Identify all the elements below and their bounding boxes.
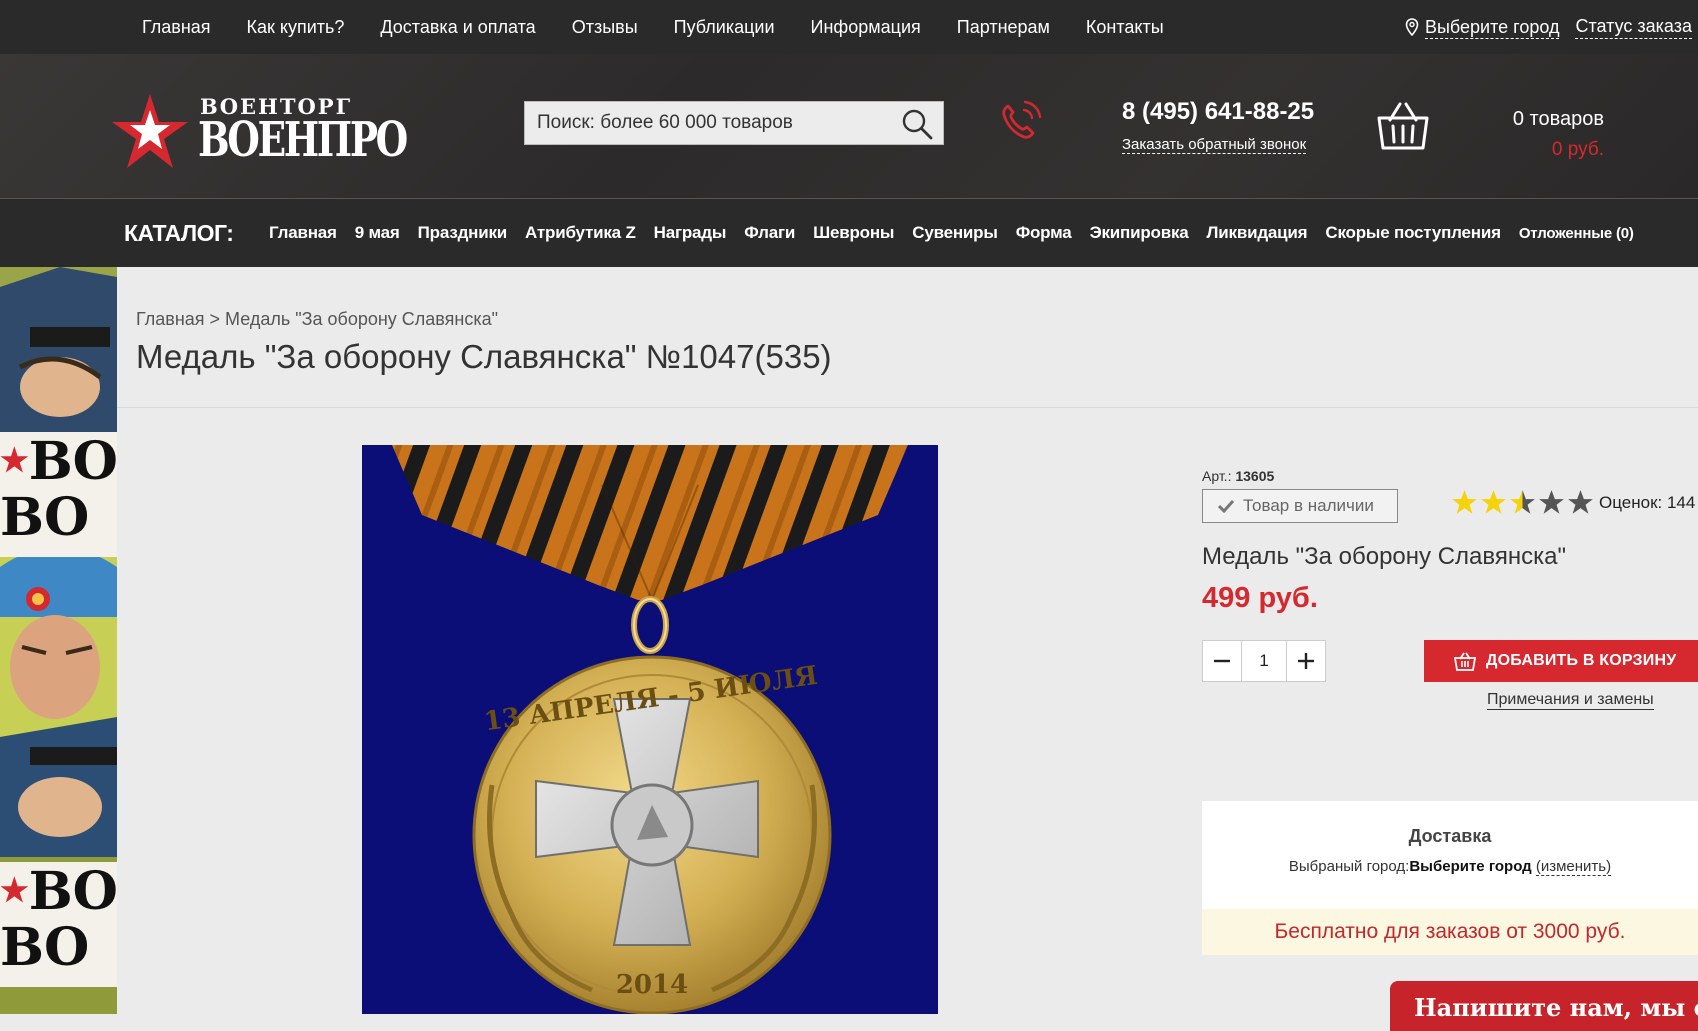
top-nav-item-how-to-buy[interactable]: Как купить? [247, 17, 345, 38]
product-price: 499 руб. [1202, 582, 1318, 614]
left-ad-banner[interactable]: ★ВО ВО ★ВО ВО [0, 267, 117, 1014]
location-pin-icon [1405, 17, 1419, 36]
catalog-item-uniform[interactable]: Форма [1016, 223, 1072, 243]
cart-count: 0 товаров [1512, 108, 1604, 130]
catalog-item-home[interactable]: Главная [269, 223, 337, 243]
catalog-item-awards[interactable]: Награды [654, 223, 727, 243]
check-icon [1217, 499, 1235, 513]
quantity-increase-button[interactable] [1286, 641, 1325, 681]
article-number: Арт.: 13605 [1202, 468, 1274, 484]
top-nav-item-reviews[interactable]: Отзывы [572, 17, 638, 38]
notes-link[interactable]: Примечания и замены [1487, 691, 1654, 710]
search-box [524, 101, 944, 145]
delivery-city: Выбраный город:Выберите город (изменить) [1202, 858, 1698, 876]
banner-text-block-1: ★ВО ВО [0, 432, 117, 557]
banner-text-line-1: ВО [28, 431, 117, 492]
delivery-city-value: Выберите город [1409, 858, 1532, 875]
stock-badge: Товар в наличии [1202, 489, 1398, 523]
catalog-item-coming-soon[interactable]: Скорые поступления [1325, 223, 1501, 243]
phone-block: 8 (495) 641-88-25 Заказать обратный звон… [1122, 98, 1314, 154]
top-nav: Главная Как купить? Доставка и оплата От… [142, 0, 1164, 54]
phone-number[interactable]: 8 (495) 641-88-25 [1122, 98, 1314, 126]
banner-text-line-3: ВО [28, 861, 117, 922]
quantity-decrease-button[interactable] [1203, 641, 1242, 681]
catalog-nav: Главная 9 мая Праздники Атрибутика Z Наг… [269, 199, 1634, 267]
cart-summary[interactable]: 0 товаров 0 руб. [1460, 108, 1604, 161]
banner-text-block-2: ★ВО ВО [0, 862, 117, 987]
medal-illustration: 13 АПРЕЛЯ - 5 ИЮЛЯ 2014 [392, 445, 908, 1014]
change-city-link[interactable]: (изменить) [1535, 858, 1612, 876]
callback-link[interactable]: Заказать обратный звонок [1122, 136, 1307, 154]
banner-text-line-4: ВО [0, 917, 90, 978]
chat-widget-button[interactable]: Напишите нам, мы онлайн [1390, 981, 1698, 1031]
star-full-icon[interactable] [1451, 489, 1478, 516]
search-input[interactable] [525, 102, 909, 144]
chat-label: Напишите нам, мы онлайн [1414, 993, 1698, 1022]
phone-icon [1002, 100, 1042, 139]
free-delivery-notice: Бесплатно для заказов от 3000 руб. [1202, 909, 1698, 955]
logo[interactable]: ВОЕНТОРГ ВОЕНПРО [110, 92, 408, 172]
add-to-cart-button[interactable]: ДОБАВИТЬ В КОРЗИНУ [1424, 640, 1698, 682]
top-nav-item-partners[interactable]: Партнерам [957, 17, 1050, 38]
banner-star-icon: ★ [0, 871, 29, 909]
logo-main-text: ВОЕНПРО [198, 112, 408, 168]
city-select-label: Выберите город [1424, 16, 1560, 39]
top-nav-item-home[interactable]: Главная [142, 17, 211, 38]
plus-icon [1298, 653, 1314, 669]
catalog-bar: КАТАЛОГ: Главная 9 мая Праздники Атрибут… [0, 199, 1698, 267]
top-nav-item-delivery[interactable]: Доставка и оплата [380, 17, 535, 38]
medal-inscription-year: 2014 [616, 970, 688, 1000]
rating-count: Оценок: 144 [1599, 493, 1696, 512]
article-value: 13605 [1235, 468, 1275, 484]
banner-star-icon: ★ [0, 441, 29, 479]
top-nav-item-contacts[interactable]: Контакты [1086, 17, 1164, 38]
catalog-item-holidays[interactable]: Праздники [418, 223, 508, 243]
cart-sum: 0 руб. [1551, 139, 1604, 160]
rating-stars[interactable] [1451, 489, 1594, 516]
quantity-stepper [1202, 640, 1326, 682]
add-to-cart-label: ДОБАВИТЬ В КОРЗИНУ [1486, 652, 1677, 669]
product-name: Медаль "За оборону Славянска" [1202, 543, 1567, 570]
header: ВОЕНТОРГ ВОЕНПРО 8 (495) 641-88-25 Заказ… [0, 54, 1698, 199]
star-empty-icon[interactable] [1538, 489, 1565, 516]
catalog-item-flags[interactable]: Флаги [744, 223, 795, 243]
city-select[interactable]: Выберите город [1405, 16, 1560, 39]
top-bar: Главная Как купить? Доставка и оплата От… [0, 0, 1698, 54]
catalog-item-postponed[interactable]: Отложенные (0) [1519, 225, 1634, 242]
banner-text-line-2: ВО [0, 487, 90, 548]
minus-icon [1214, 659, 1230, 663]
basket-icon [1454, 652, 1476, 671]
page-title: Медаль "За оборону Славянска" №1047(535) [136, 338, 832, 375]
delivery-city-label: Выбраный город: [1288, 858, 1410, 875]
product-image[interactable]: 13 АПРЕЛЯ - 5 ИЮЛЯ 2014 [362, 445, 938, 1014]
delivery-title: Доставка [1408, 826, 1492, 846]
search-icon[interactable] [901, 108, 933, 140]
star-empty-icon[interactable] [1567, 489, 1594, 516]
star-full-icon[interactable] [1480, 489, 1507, 516]
catalog-item-chevrons[interactable]: Шевроны [813, 223, 894, 243]
top-nav-item-publications[interactable]: Публикации [674, 17, 775, 38]
delivery-box: Доставка Выбраный город:Выберите город (… [1202, 801, 1698, 909]
main-content: Главная > Медаль "За оборону Славянска" … [117, 267, 1698, 1031]
divider [117, 407, 1698, 408]
quantity-input[interactable] [1242, 641, 1286, 681]
breadcrumb[interactable]: Главная > Медаль "За оборону Славянска" [136, 309, 498, 330]
star-half-icon[interactable] [1509, 489, 1536, 516]
catalog-item-attributes-z[interactable]: Атрибутика Z [525, 223, 636, 243]
catalog-label[interactable]: КАТАЛОГ: [124, 199, 234, 267]
red-star-icon [112, 94, 188, 168]
catalog-item-equipment[interactable]: Экипировка [1090, 223, 1189, 243]
stock-label: Товар в наличии [1243, 496, 1374, 515]
basket-icon[interactable] [1376, 100, 1430, 152]
catalog-item-souvenirs[interactable]: Сувениры [912, 223, 998, 243]
catalog-item-liquidation[interactable]: Ликвидация [1207, 223, 1308, 243]
order-status-link[interactable]: Статус заказа [1575, 16, 1692, 39]
top-right: Выберите город Статус заказа [1405, 0, 1692, 54]
catalog-item-may9[interactable]: 9 мая [355, 223, 400, 243]
article-label: Арт.: [1202, 468, 1232, 484]
top-nav-item-info[interactable]: Информация [811, 17, 921, 38]
